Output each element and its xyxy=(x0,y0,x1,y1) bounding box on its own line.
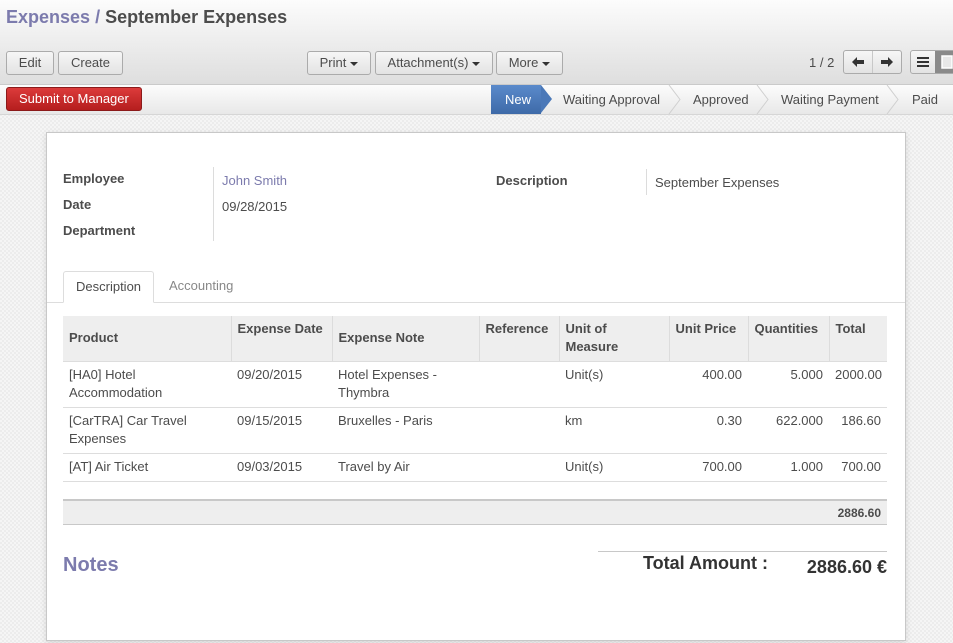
cell-expense-note: Hotel Expenses - Thymbra xyxy=(332,361,479,408)
cell-expense-date: 09/03/2015 xyxy=(231,453,332,482)
date-label: Date xyxy=(63,197,92,212)
breadcrumb: Expenses / September Expenses xyxy=(6,7,287,28)
tab-accounting[interactable]: Accounting xyxy=(157,271,245,303)
cell-unit-price: 400.00 xyxy=(669,361,748,408)
breadcrumb-expenses-link[interactable]: Expenses xyxy=(6,7,90,27)
description-value: September Expenses xyxy=(655,175,780,190)
stage-waiting-approval[interactable]: Waiting Approval xyxy=(563,85,660,114)
cell-total: 186.60 xyxy=(829,407,887,454)
employee-value[interactable]: John Smith xyxy=(222,173,287,188)
form-view-button[interactable] xyxy=(935,51,953,73)
cell-unit-price: 0.30 xyxy=(669,407,748,454)
tab-description[interactable]: Description xyxy=(63,271,155,303)
attachments-dropdown[interactable]: Attachment(s) xyxy=(375,51,493,75)
field-divider xyxy=(646,169,647,195)
table-header-row: Product Expense Date Expense Note Refere… xyxy=(63,316,887,362)
arrow-left-icon xyxy=(852,57,864,67)
caret-down-icon xyxy=(350,61,359,66)
table-row[interactable]: [AT] Air Ticket 09/03/2015 Travel by Air… xyxy=(63,453,887,482)
cell-expense-note: Travel by Air xyxy=(332,453,479,482)
stage-arrow-icon xyxy=(541,85,552,113)
cell-uom: Unit(s) xyxy=(559,453,669,482)
total-amount-value: 2886.60 € xyxy=(806,557,887,577)
column-header-expense-note[interactable]: Expense Note xyxy=(331,316,479,362)
edit-button[interactable]: Edit xyxy=(6,51,54,75)
notes-heading: Notes xyxy=(63,554,119,576)
print-dropdown[interactable]: Print xyxy=(307,51,371,75)
cell-uom: km xyxy=(559,407,669,454)
stage-paid[interactable]: Paid xyxy=(912,85,938,114)
control-panel: Expenses / September Expenses Edit Creat… xyxy=(0,0,953,85)
attachments-label: Attachment(s) xyxy=(387,55,469,70)
stage-new[interactable]: New xyxy=(491,85,541,114)
stage-approved[interactable]: Approved xyxy=(693,85,749,114)
form-sheet: Employee Date Department John Smith 09/2… xyxy=(46,132,906,641)
cell-total: 700.00 xyxy=(829,453,887,482)
department-label: Department xyxy=(63,223,136,238)
pager-buttons xyxy=(843,50,902,74)
cell-product: [HA0] Hotel Accommodation xyxy=(63,361,231,408)
pager-previous-button[interactable] xyxy=(844,51,872,73)
field-divider xyxy=(213,167,214,241)
cell-reference xyxy=(479,453,559,482)
employee-label: Employee xyxy=(63,171,125,186)
column-header-quantities[interactable]: Quantities xyxy=(747,316,829,362)
total-divider xyxy=(598,551,887,552)
cell-uom: Unit(s) xyxy=(559,361,669,408)
cell-product: [AT] Air Ticket xyxy=(63,453,231,482)
stage-separator-icon xyxy=(886,85,899,114)
create-button[interactable]: Create xyxy=(58,51,123,75)
notebook-tabs: Description Accounting xyxy=(47,271,905,303)
caret-down-icon xyxy=(472,61,481,66)
submit-to-manager-button[interactable]: Submit to Manager xyxy=(6,87,142,111)
total-amount-label: Total Amount : xyxy=(643,553,768,573)
column-header-reference[interactable]: Reference xyxy=(478,316,559,362)
column-header-unit-of-measure[interactable]: Unit of Measure xyxy=(558,316,669,362)
column-header-total[interactable]: Total xyxy=(828,316,887,362)
form-icon xyxy=(941,55,953,69)
table-row[interactable]: [CarTRA] Car Travel Expenses 09/15/2015 … xyxy=(63,407,887,454)
date-value: 09/28/2015 xyxy=(222,199,288,214)
cell-expense-date: 09/15/2015 xyxy=(231,407,332,454)
breadcrumb-current: September Expenses xyxy=(105,7,288,27)
table-sum-row: 2886.60 xyxy=(63,499,887,525)
cell-unit-price: 700.00 xyxy=(669,453,748,482)
cell-reference xyxy=(479,407,559,454)
cell-expense-date: 09/20/2015 xyxy=(231,361,332,408)
view-switcher xyxy=(910,50,953,74)
column-header-product[interactable]: Product xyxy=(63,316,231,362)
more-dropdown[interactable]: More xyxy=(496,51,563,75)
list-icon xyxy=(917,57,929,67)
pager-value: 1 / 2 xyxy=(809,55,835,70)
table-row[interactable]: [HA0] Hotel Accommodation 09/20/2015 Hot… xyxy=(63,361,887,408)
cell-expense-note: Bruxelles - Paris xyxy=(332,407,479,454)
cell-quantity: 5.000 xyxy=(748,361,829,408)
pager-next-button[interactable] xyxy=(872,51,901,73)
more-label: More xyxy=(508,55,539,70)
expense-lines-table: Product Expense Date Expense Note Refere… xyxy=(63,316,887,482)
stage-separator-icon xyxy=(756,85,769,114)
column-header-expense-date[interactable]: Expense Date xyxy=(230,316,332,362)
stage-separator-icon xyxy=(668,85,681,114)
column-header-unit-price[interactable]: Unit Price xyxy=(668,316,748,362)
list-view-button[interactable] xyxy=(911,51,935,73)
arrow-right-icon xyxy=(881,57,893,67)
cell-total: 2000.00 xyxy=(829,361,887,408)
cell-quantity: 1.000 xyxy=(748,453,829,482)
caret-down-icon xyxy=(542,61,551,66)
print-label: Print xyxy=(319,55,347,70)
cell-product: [CarTRA] Car Travel Expenses xyxy=(63,407,231,454)
status-bar: Submit to Manager New Waiting Approval A… xyxy=(0,85,953,115)
cell-quantity: 622.000 xyxy=(748,407,829,454)
description-label: Description xyxy=(496,173,568,188)
sum-total: 2886.60 xyxy=(837,506,881,520)
cell-reference xyxy=(479,361,559,408)
breadcrumb-separator: / xyxy=(95,7,101,27)
stage-waiting-payment[interactable]: Waiting Payment xyxy=(781,85,879,114)
